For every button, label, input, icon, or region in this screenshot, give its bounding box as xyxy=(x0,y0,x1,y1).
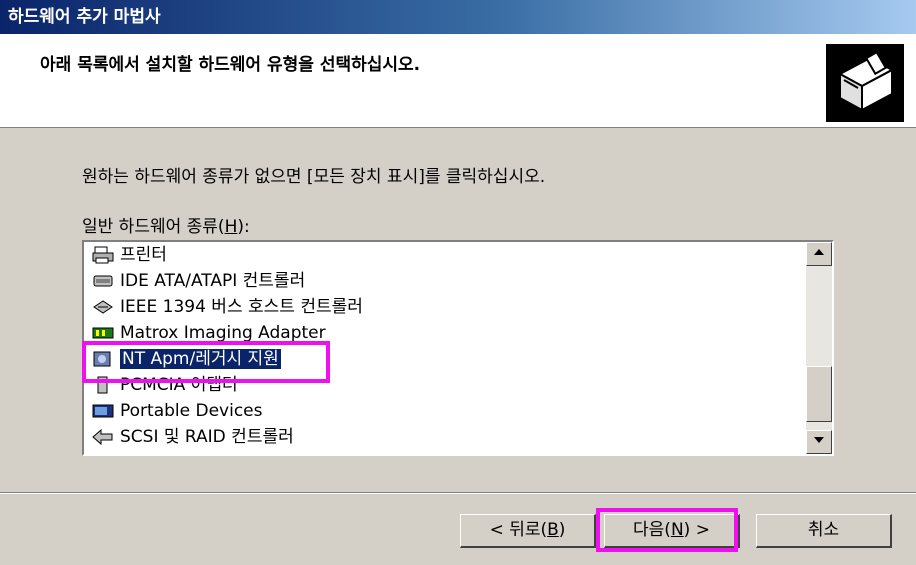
list-item-label: SCSI 및 RAID 컨트롤러 xyxy=(120,427,294,447)
highlight-selected-item xyxy=(82,341,330,383)
list-item-label: Portable Devices xyxy=(120,401,263,421)
scroll-down-button[interactable] xyxy=(806,430,832,454)
header-title: 아래 목록에서 설치할 하드웨어 유형을 선택하십시오. xyxy=(40,55,421,75)
list-item-label: 프린터 xyxy=(120,245,167,265)
list-item[interactable]: IDE ATA/ATAPI 컨트롤러 xyxy=(86,268,802,294)
cancel-button[interactable]: 취소 xyxy=(756,514,892,548)
imaging-adapter-icon xyxy=(92,324,114,342)
list-item[interactable]: 프린터 xyxy=(86,242,802,268)
ieee1394-icon xyxy=(92,298,114,316)
back-button[interactable]: < 뒤로(B) xyxy=(460,514,596,548)
ide-controller-icon xyxy=(92,272,114,290)
instruction-text: 원하는 하드웨어 종류가 없으면 [모든 장치 표시]를 클릭하십시오. xyxy=(82,167,546,187)
list-item[interactable]: SCSI 및 RAID 컨트롤러 xyxy=(86,424,802,450)
scsi-icon xyxy=(92,428,114,446)
list-item[interactable]: Portable Devices xyxy=(86,398,802,424)
printer-icon xyxy=(92,246,114,264)
arrow-down-icon xyxy=(814,437,824,443)
portable-device-icon xyxy=(92,402,114,420)
list-item-label: Matrox Imaging Adapter xyxy=(120,323,326,343)
hardware-box-icon xyxy=(826,44,904,122)
list-label: 일반 하드웨어 종류(H): xyxy=(82,217,250,237)
list-item-label: IDE ATA/ATAPI 컨트롤러 xyxy=(120,271,306,291)
scroll-up-button[interactable] xyxy=(806,242,832,266)
scroll-thumb[interactable] xyxy=(806,366,832,422)
list-item-label: IEEE 1394 버스 호스트 컨트롤러 xyxy=(120,297,363,317)
arrow-up-icon xyxy=(814,249,824,255)
highlight-next-button xyxy=(596,508,738,552)
list-item[interactable]: IEEE 1394 버스 호스트 컨트롤러 xyxy=(86,294,802,320)
window-title: 하드웨어 추가 마법사 xyxy=(8,7,161,27)
bottom-separator xyxy=(0,492,916,494)
title-bar: 하드웨어 추가 마법사 xyxy=(0,0,916,34)
wizard-header: 아래 목록에서 설치할 하드웨어 유형을 선택하십시오. xyxy=(0,34,916,128)
wizard-window: 하드웨어 추가 마법사 아래 목록에서 설치할 하드웨어 유형을 선택하십시오.… xyxy=(0,0,916,565)
vertical-scrollbar[interactable] xyxy=(806,242,832,454)
